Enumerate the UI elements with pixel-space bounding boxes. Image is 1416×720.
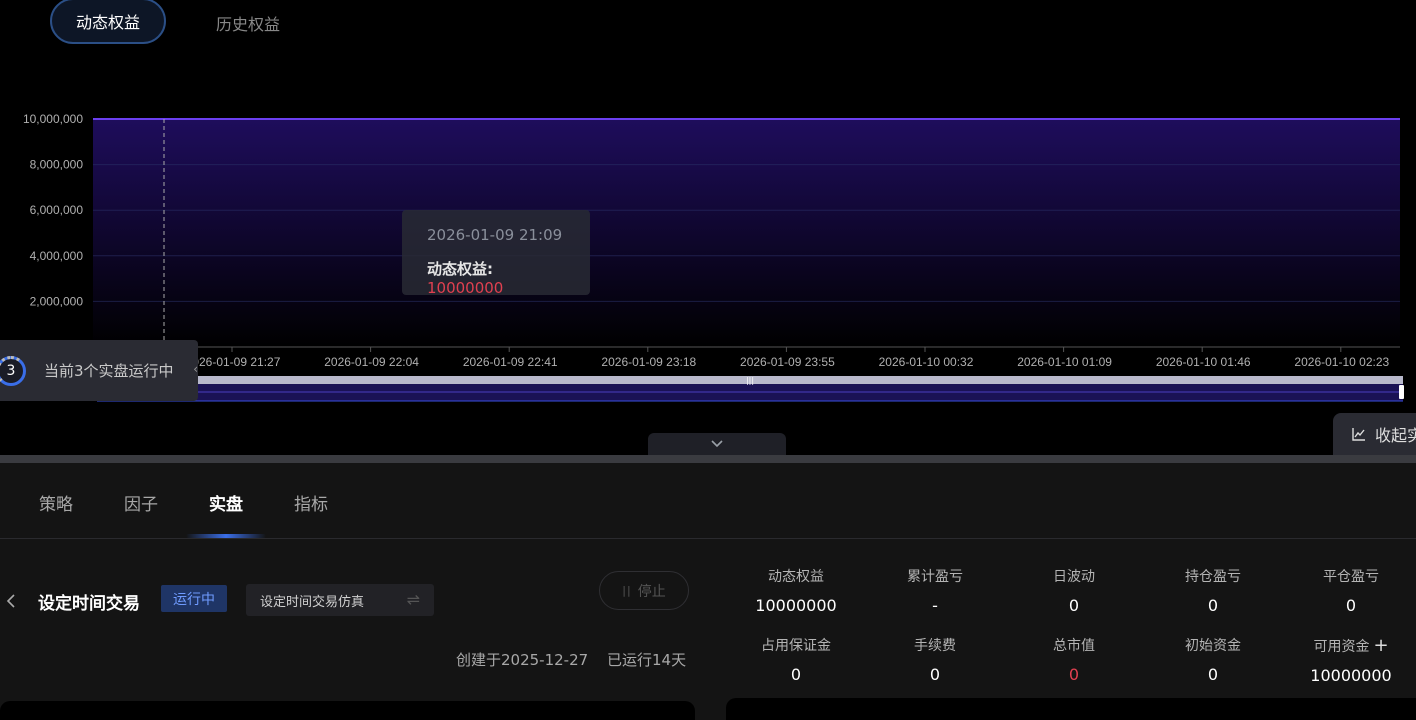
- zoom-grip-icon: |||: [746, 376, 754, 385]
- stop-label: 停止: [637, 583, 666, 600]
- zoom-slider-right-handle: [1399, 385, 1404, 399]
- tab-factor[interactable]: 因子: [124, 490, 158, 515]
- pause-icon: ||: [622, 584, 632, 597]
- active-tab-indicator: [186, 534, 266, 538]
- tab-live[interactable]: 实盘: [209, 490, 243, 515]
- running-days: 已运行14天: [607, 651, 687, 669]
- collapse-panel-button[interactable]: [648, 433, 786, 455]
- equity-area: [93, 119, 1400, 347]
- right-card: [726, 698, 1416, 720]
- x-tick-label: 2026-01-09 21:27: [186, 355, 281, 369]
- stat-market-value: 总市值 0: [1053, 638, 1095, 684]
- y-tick-label: 4,000,000: [30, 249, 84, 263]
- stat-initial-capital: 初始资金 0: [1185, 638, 1241, 684]
- fold-button[interactable]: 收起实: [1333, 413, 1416, 455]
- x-tick-label: 2026-01-10 02:23: [1294, 355, 1389, 369]
- detail-panel: 策略 因子 实盘 指标 设定时间交易 运行中 设定时间交易仿真 ⇌ || 停止 …: [0, 463, 1416, 720]
- chart-tooltip: 2026-01-09 21:09 动态权益: 10000000: [402, 210, 590, 297]
- stat-position-pnl: 持仓盈亏 0: [1185, 569, 1241, 615]
- tooltip-value: 10000000: [427, 279, 504, 297]
- running-strategies-badge[interactable]: 3 当前3个实盘运行中 ‹: [0, 340, 198, 401]
- stat-available-funds: 可用资金 +10000000: [1310, 635, 1392, 685]
- add-funds-icon[interactable]: +: [1373, 635, 1388, 656]
- left-card: [0, 701, 695, 720]
- y-tick-label: 10,000,000: [23, 112, 83, 126]
- stat-daily-volatility: 日波动 0: [1053, 569, 1095, 615]
- stat-dynamic-equity: 动态权益 10000000: [755, 569, 837, 615]
- y-tick-label: 6,000,000: [30, 203, 84, 217]
- x-tick-label: 2026-01-09 23:18: [601, 355, 696, 369]
- y-tick-label: 8,000,000: [30, 158, 84, 172]
- line-chart-icon: [1352, 428, 1365, 441]
- tooltip-label: 动态权益:: [427, 260, 493, 278]
- equity-chart[interactable]: 10,000,000 8,000,000 6,000,000 4,000,000 2,0…: [0, 0, 1416, 455]
- tab-indicator[interactable]: 指标: [294, 490, 328, 515]
- tooltip-time: 2026-01-09 21:09: [427, 226, 563, 244]
- x-tick-label: 2026-01-10 00:32: [879, 355, 974, 369]
- stop-button[interactable]: || 停止: [599, 571, 689, 610]
- simulation-selector[interactable]: 设定时间交易仿真 ⇌: [246, 584, 434, 616]
- x-tick-label: 2026-01-10 01:09: [1017, 355, 1112, 369]
- panel-divider[interactable]: [0, 455, 1416, 463]
- chevron-down-icon: [711, 440, 723, 448]
- status-badge: 运行中: [161, 585, 227, 612]
- x-tick-label: 2026-01-09 22:04: [324, 355, 419, 369]
- x-tick-label: 2026-01-10 01:46: [1156, 355, 1251, 369]
- x-tick-label: 2026-01-09 22:41: [463, 355, 558, 369]
- stat-cumulative-pnl: 累计盈亏 -: [907, 569, 963, 615]
- y-tick-label: 2,000,000: [30, 294, 84, 308]
- running-count-icon: 3: [0, 355, 26, 386]
- stat-fees: 手续费 0: [914, 638, 956, 684]
- running-text: 当前3个实盘运行中: [44, 362, 174, 380]
- strategy-title: 设定时间交易: [38, 594, 140, 614]
- tab-strategy[interactable]: 策略: [39, 490, 73, 515]
- fold-button-label: 收起实: [1375, 426, 1416, 445]
- simulation-name: 设定时间交易仿真: [260, 594, 365, 610]
- x-tick-label: 2026-01-09 23:55: [740, 355, 835, 369]
- chevron-left-icon[interactable]: ‹: [193, 362, 198, 376]
- back-arrow-icon[interactable]: [4, 591, 18, 611]
- nav-tabs: 策略 因子 实盘 指标: [0, 463, 1416, 539]
- stat-closed-pnl: 平仓盈亏 0: [1323, 569, 1379, 615]
- swap-icon[interactable]: ⇌: [407, 590, 420, 609]
- created-date: 创建于2025-12-27: [456, 651, 589, 669]
- chart-panel: 动态权益 历史权益 10,000,000 8,000,000 6,000,000 4,…: [0, 0, 1416, 455]
- stat-margin-used: 占用保证金 0: [761, 638, 831, 684]
